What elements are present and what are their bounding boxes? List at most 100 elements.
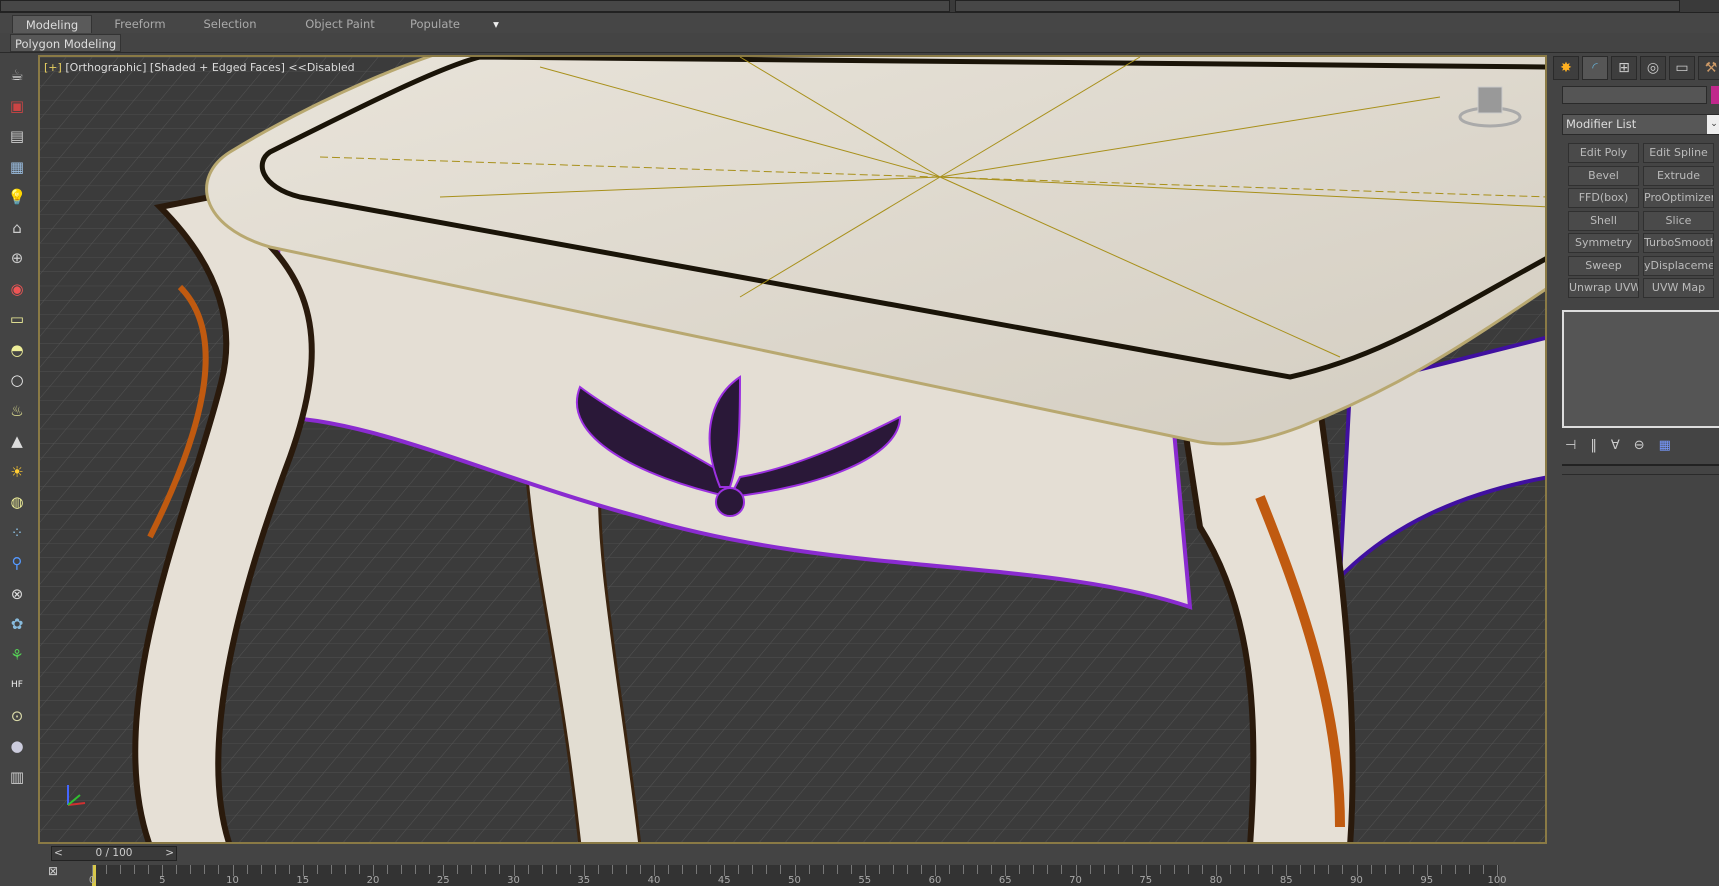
modifier-button-slice[interactable]: Slice	[1643, 210, 1714, 231]
modify-tab-icon[interactable]: ◜	[1582, 56, 1608, 80]
viewport-disabled-label[interactable]: <<Disabled	[288, 61, 354, 74]
track-ruler[interactable]: 0 5 10 15 20 25 30 35 40 45 50 55 60 65 70 75 80 85 90 95 10…	[89, 865, 1507, 886]
hair-icon[interactable]: HF	[6, 674, 28, 696]
sphere-icon[interactable]: ○	[6, 369, 28, 391]
frame-tick	[611, 865, 613, 874]
ribbon-options-dropdown-icon[interactable]: ▾	[484, 15, 508, 33]
cone-icon[interactable]: ▲	[6, 430, 28, 452]
modifier-button-edit-spline[interactable]: Edit Spline	[1643, 143, 1714, 163]
chevron-down-icon[interactable]: ⌄	[1707, 115, 1719, 134]
frame-label: 20	[366, 875, 380, 886]
modifier-button-ffd-box-[interactable]: FFD(box)	[1568, 188, 1639, 208]
viewport-orthographic[interactable]: [+] [Orthographic] [Shaded + Edged Faces…	[38, 55, 1547, 844]
frame-tick	[1173, 865, 1175, 874]
frame-tick	[485, 865, 487, 874]
modifier-stack[interactable]	[1562, 310, 1719, 428]
video-camera-icon[interactable]: ◉	[6, 278, 28, 300]
frame-label: 85	[1279, 875, 1293, 886]
document-icon[interactable]: ▥	[6, 766, 28, 788]
modifier-button-unwrap-uvw[interactable]: Unwrap UVW	[1568, 278, 1639, 298]
tab-object-paint[interactable]: Object Paint	[290, 15, 390, 33]
display-tab-icon[interactable]: ▭	[1669, 56, 1695, 80]
time-prev-button[interactable]: <	[54, 847, 63, 860]
utilities-tab-icon[interactable]: ⚒	[1698, 56, 1719, 80]
render-setup-icon[interactable]: ▤	[6, 125, 28, 147]
geosphere-icon[interactable]: ⊗	[6, 583, 28, 605]
frame-tick	[1201, 865, 1203, 874]
toolbar-segment	[0, 0, 950, 12]
modifier-button-shell[interactable]: Shell	[1568, 210, 1639, 231]
modifier-button-sweep[interactable]: Sweep	[1568, 255, 1639, 276]
hierarchy-tab-icon[interactable]: ⊞	[1611, 56, 1637, 80]
teapot-icon[interactable]: ☕	[6, 64, 28, 86]
viewport-shading-label[interactable]: [Shaded + Edged Faces]	[150, 61, 285, 74]
object-color-swatch[interactable]	[1711, 86, 1719, 104]
spray-icon[interactable]: ⊙	[6, 705, 28, 727]
tab-freeform[interactable]: Freeform	[100, 15, 180, 33]
camera-icon[interactable]: ⌂	[6, 217, 28, 239]
motion-tab-icon[interactable]: ◎	[1640, 56, 1666, 80]
frame-tick	[1314, 865, 1316, 874]
box-icon[interactable]: ▭	[6, 308, 28, 330]
sun-icon[interactable]: ☀	[6, 461, 28, 483]
bone-icon[interactable]: ⚲	[6, 552, 28, 574]
frame-counter: 0 / 100	[95, 847, 133, 859]
frame-tick	[949, 865, 951, 874]
time-slider-handle[interactable]: < 0 / 100 >	[51, 846, 177, 861]
create-tab-icon[interactable]: ✸	[1553, 56, 1579, 80]
sphere-half-icon[interactable]: ◓	[6, 339, 28, 361]
material-editor-icon[interactable]: ▦	[6, 156, 28, 178]
time-next-button[interactable]: >	[165, 847, 174, 860]
viewport-pov-label[interactable]: [Orthographic]	[65, 61, 146, 74]
frame-tick	[696, 865, 698, 874]
viewport-scene	[40, 57, 1545, 842]
frame-tick	[148, 865, 150, 874]
frame-tick	[134, 865, 136, 874]
make-unique-icon[interactable]: ∀	[1611, 438, 1620, 453]
frame-tick	[358, 865, 360, 874]
tab-modeling[interactable]: Modeling	[12, 15, 92, 33]
frame-tick	[218, 865, 220, 874]
gear-icon[interactable]: ✿	[6, 613, 28, 635]
light-icon[interactable]: 💡	[6, 186, 28, 208]
teapot-basket-icon[interactable]: ♨	[6, 400, 28, 422]
object-name-field[interactable]	[1562, 86, 1707, 104]
configure-sets-icon[interactable]: ▦	[1659, 438, 1671, 453]
time-slider[interactable]: < 0 / 100 >	[38, 845, 1547, 862]
modifier-list-dropdown[interactable]: Modifier List ⌄	[1562, 114, 1719, 135]
helper-icon[interactable]: ⊕	[6, 247, 28, 269]
frame-label: 75	[1139, 875, 1153, 886]
command-panel: ✸ ◜ ⊞ ◎ ▭ ⚒ Modifier List ⌄ Edit Poly Edit…	[1553, 54, 1719, 886]
left-toolbar: ☕ ▣ ▤ ▦ 💡 ⌂ ⊕ ◉ ▭ ◓ ○ ♨ ▲ ☀ ◍ ⁘ ⚲ ⊗ ✿ ⚘ HF ⊙ ● ▥	[0, 54, 38, 886]
grass-icon[interactable]: ⚘	[6, 644, 28, 666]
tab-populate[interactable]: Populate	[395, 15, 475, 33]
frame-tick	[836, 865, 838, 874]
frame-tick	[850, 865, 852, 874]
modifier-button-extrude[interactable]: Extrude	[1643, 165, 1714, 186]
modifier-button-ydisplacement[interactable]: yDisplacement	[1643, 255, 1714, 276]
curve-editor-icon[interactable]: ⊠	[48, 864, 58, 878]
material-ball-icon[interactable]: ●	[6, 735, 28, 757]
frame-tick	[246, 865, 248, 874]
frame-tick	[1019, 865, 1021, 874]
frame-label: 35	[577, 875, 591, 886]
viewport-menu-plus[interactable]: [+]	[44, 61, 62, 74]
remove-modifier-icon[interactable]: ⊖	[1634, 438, 1645, 453]
frame-tick	[639, 865, 641, 874]
tab-selection[interactable]: Selection	[190, 15, 270, 33]
torus-icon[interactable]: ◍	[6, 491, 28, 513]
modifier-button-symmetry[interactable]: Symmetry	[1568, 233, 1639, 253]
render-frame-icon[interactable]: ▣	[6, 95, 28, 117]
modifier-button-bevel[interactable]: Bevel	[1568, 165, 1639, 186]
frame-tick	[668, 865, 670, 874]
frame-tick	[710, 865, 712, 874]
pin-stack-icon[interactable]: ⊣	[1565, 438, 1576, 453]
modifier-button-uvw-map[interactable]: UVW Map	[1643, 278, 1714, 298]
polygon-modeling-panel[interactable]: Polygon Modeling	[10, 34, 122, 52]
modifier-button-edit-poly[interactable]: Edit Poly	[1568, 143, 1639, 163]
modifier-button-prooptimizer[interactable]: ProOptimizer	[1643, 188, 1714, 208]
modifier-button-turbosmooth[interactable]: TurboSmooth	[1643, 233, 1714, 253]
track-bar[interactable]: ⊠ 0 5 10 15 20 25 30 35 40 45 50 55 60 65 70 75 80 85 90 95…	[38, 862, 1719, 886]
particle-icon[interactable]: ⁘	[6, 522, 28, 544]
show-end-result-icon[interactable]: ‖	[1590, 438, 1597, 453]
